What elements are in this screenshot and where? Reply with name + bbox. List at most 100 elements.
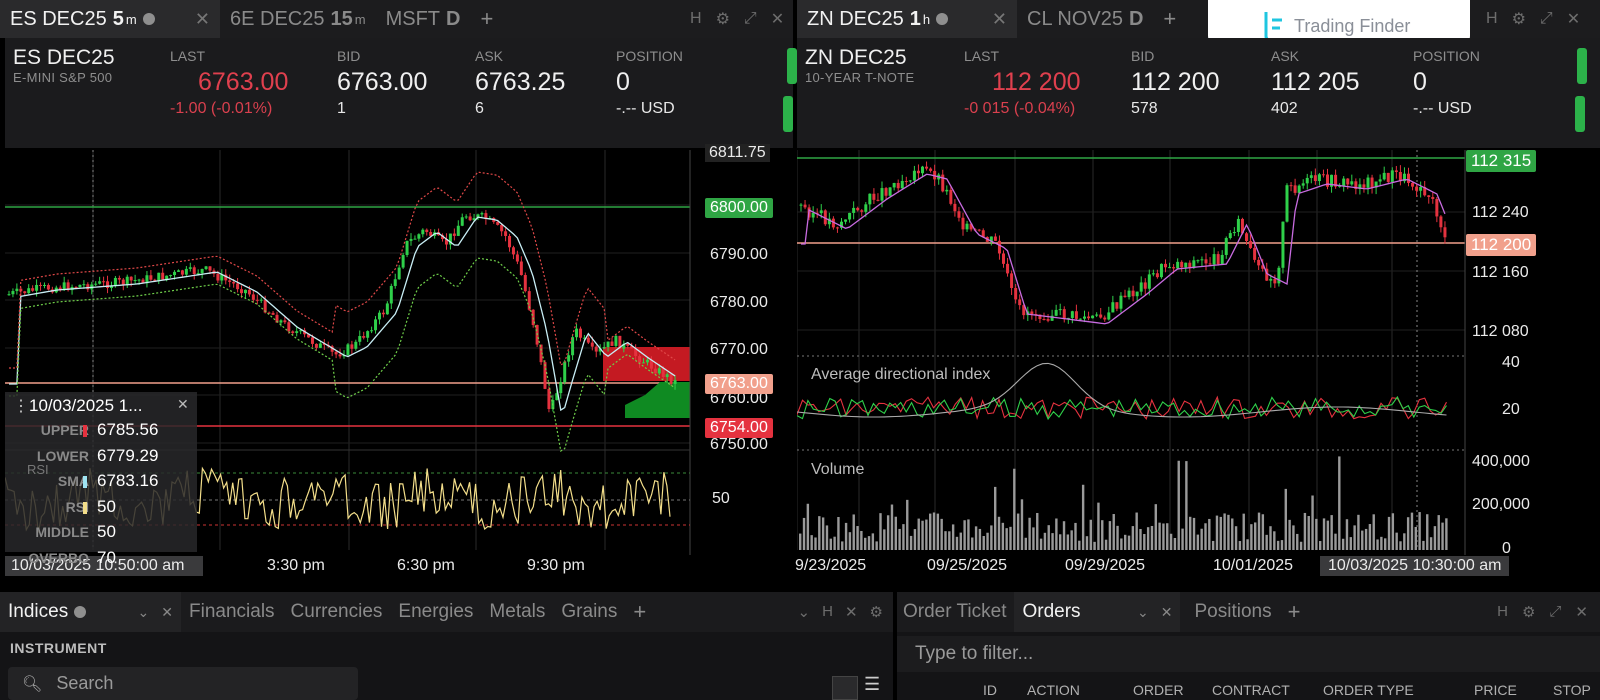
column-action[interactable]: ACTION xyxy=(1027,682,1080,698)
volume-bar xyxy=(1353,525,1356,550)
gear-icon[interactable]: ⚙ xyxy=(716,9,730,29)
adx-axis-label: 40 xyxy=(1502,354,1520,371)
column-price[interactable]: PRICE xyxy=(1474,682,1517,698)
search-input[interactable]: 🔍︎ Search xyxy=(8,667,358,700)
column-id[interactable]: ID xyxy=(983,682,997,698)
drag-handle-icon[interactable]: ⋮ xyxy=(13,396,29,416)
column-order[interactable]: ORDER xyxy=(1133,682,1184,698)
close-icon[interactable]: ✕ xyxy=(195,9,210,30)
chevron-down-icon[interactable]: ⌄ xyxy=(1137,604,1149,621)
candle-body xyxy=(586,337,590,343)
candle-body xyxy=(243,289,247,294)
close-icon[interactable]: ✕ xyxy=(177,396,189,413)
gear-icon[interactable]: ⚙ xyxy=(1522,603,1535,621)
buy-button[interactable] xyxy=(1577,48,1587,84)
expand-icon[interactable]: ⤢ xyxy=(1540,10,1553,28)
status-dot-icon xyxy=(74,606,87,618)
tab-cl-nov25[interactable]: CL NOV25 D xyxy=(1017,0,1153,38)
volume-bar xyxy=(1028,517,1031,550)
bid-column: BID 112 200 578 xyxy=(1131,48,1220,118)
chevron-down-icon[interactable]: ⌄ xyxy=(798,603,811,621)
volume-bar xyxy=(1238,541,1242,550)
h-icon[interactable]: H xyxy=(690,10,702,28)
es-chart[interactable]: 6811.75 6800.00 6790.00 6780.00 6770.00 … xyxy=(5,144,793,590)
bid-price: 112 200 xyxy=(1131,68,1220,96)
candle-body xyxy=(856,207,860,211)
ask-column: ASK 6763.25 6 xyxy=(475,48,565,118)
h-icon[interactable]: H xyxy=(822,603,833,621)
column-stop[interactable]: STOP xyxy=(1553,682,1591,698)
filter-input[interactable]: Type to filter... xyxy=(897,636,1600,672)
candle-body xyxy=(370,330,374,332)
add-tab-icon[interactable]: + xyxy=(1153,0,1186,38)
candle-body xyxy=(1143,282,1147,289)
candle-body xyxy=(421,229,425,235)
close-icon[interactable]: ✕ xyxy=(161,604,173,621)
tab-es-dec25[interactable]: ES DEC25 5m ✕ xyxy=(0,0,220,38)
candle-body xyxy=(180,270,184,275)
volume-bar xyxy=(1001,522,1005,550)
chevron-down-icon[interactable]: ⌄ xyxy=(138,604,150,621)
gear-icon[interactable]: ⚙ xyxy=(1512,9,1526,29)
volume-bar xyxy=(1166,523,1169,550)
level-badge: 6800.00 xyxy=(705,198,773,218)
volume-bar xyxy=(1326,520,1330,550)
candle-body xyxy=(228,280,232,282)
volume-bar xyxy=(1169,533,1173,550)
candle-body xyxy=(113,277,117,286)
candle-body xyxy=(1083,316,1086,319)
volume-bar xyxy=(829,538,832,550)
add-tab-icon[interactable]: + xyxy=(1280,599,1309,625)
tab-metals[interactable]: Metals xyxy=(481,601,553,623)
expand-icon[interactable]: ⤢ xyxy=(744,10,757,28)
volume-bar xyxy=(1429,537,1433,550)
tab-currencies[interactable]: Currencies xyxy=(283,601,391,623)
ask-label: ASK xyxy=(475,48,504,64)
candle-body xyxy=(904,180,908,182)
tab-order-ticket[interactable]: Order Ticket xyxy=(897,601,1014,623)
tab-msft[interactable]: MSFT D xyxy=(376,0,471,38)
list-view-icon[interactable]: ☰ xyxy=(864,674,880,695)
column-order-type[interactable]: ORDER TYPE xyxy=(1323,682,1414,698)
close-icon[interactable]: ✕ xyxy=(1161,604,1173,621)
add-tab-icon[interactable]: + xyxy=(625,599,654,625)
zn-chart[interactable]: 112 315 112 240 112 200 112 160 112 080 … xyxy=(795,150,1600,590)
candle-body xyxy=(1228,233,1232,239)
sell-button[interactable] xyxy=(1575,96,1585,132)
candle-body xyxy=(287,322,291,332)
sell-button[interactable] xyxy=(783,96,793,132)
close-icon[interactable]: ✕ xyxy=(771,9,784,29)
close-icon[interactable]: ✕ xyxy=(992,9,1007,30)
expand-icon[interactable]: ⤢ xyxy=(1549,603,1561,621)
tab-energies[interactable]: Energies xyxy=(390,601,481,623)
tab-orders[interactable]: Orders ⌄ ✕ xyxy=(1014,592,1181,632)
volume-bar xyxy=(1124,534,1127,550)
candle-body xyxy=(852,207,856,213)
volume-bar xyxy=(1403,533,1406,550)
tab-indices[interactable]: Indices ⌄ ✕ xyxy=(0,592,181,632)
column-contract[interactable]: CONTRACT xyxy=(1212,682,1290,698)
tab-6e-dec25[interactable]: 6E DEC25 15 m xyxy=(220,0,376,38)
volume-bar xyxy=(894,516,897,550)
add-tab-icon[interactable]: + xyxy=(470,0,503,38)
gear-icon[interactable]: ⚙ xyxy=(870,603,883,621)
tab-zn-dec25[interactable]: ZN DEC25 1h ✕ xyxy=(797,0,1017,38)
close-icon[interactable]: ✕ xyxy=(1567,9,1580,29)
candle-body xyxy=(799,204,803,206)
h-icon[interactable]: H xyxy=(1486,10,1498,28)
close-icon[interactable]: ✕ xyxy=(1575,603,1588,621)
tab-financials[interactable]: Financials xyxy=(181,601,283,623)
candle-body xyxy=(1419,187,1423,191)
grid-view-icon[interactable] xyxy=(832,676,858,700)
close-icon[interactable]: ✕ xyxy=(845,603,858,621)
candle-body xyxy=(216,273,220,281)
tab-positions[interactable]: Positions xyxy=(1186,601,1279,623)
h-icon[interactable]: H xyxy=(1497,603,1508,621)
tab-grains[interactable]: Grains xyxy=(553,601,625,623)
volume-bar xyxy=(1311,495,1314,550)
candle-body xyxy=(508,235,512,248)
candle-body xyxy=(1382,172,1386,180)
volume-bar xyxy=(818,516,821,550)
last-price-badge: 6763.00 xyxy=(705,374,773,394)
buy-button[interactable] xyxy=(787,48,797,84)
